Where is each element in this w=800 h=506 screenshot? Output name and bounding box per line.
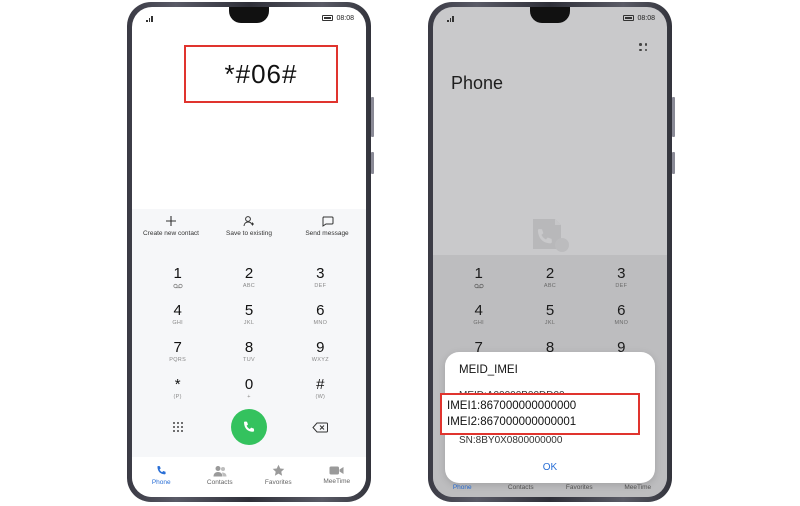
key-6[interactable]: 6 MNO <box>586 302 657 334</box>
dialed-number-display[interactable]: *#06# <box>184 45 338 103</box>
dial-keypad: 1 2ABC 3DEF 4GHI 5JKL 6MNO 7PQRS 8TUV 9W… <box>142 265 356 408</box>
plus-icon <box>166 216 176 226</box>
key-4[interactable]: 4 GHI <box>443 302 514 334</box>
more-options-icon[interactable] <box>639 43 647 51</box>
nav-contacts[interactable]: Contacts <box>495 484 547 491</box>
key-5[interactable]: 5 JKL <box>213 302 284 334</box>
key-2[interactable]: 2 ABC <box>213 265 284 297</box>
voicemail-icon <box>474 283 484 289</box>
message-icon <box>322 216 333 227</box>
signal-icon <box>447 15 454 22</box>
stage: 08:08 *#06# Create new contact Save to e… <box>0 0 800 506</box>
key-9[interactable]: 9WXYZ <box>285 339 356 371</box>
key-5[interactable]: 5 JKL <box>514 302 585 334</box>
key-2[interactable]: 2 ABC <box>514 265 585 297</box>
dialer-bottom-row <box>142 409 356 445</box>
keypad-toggle-icon[interactable] <box>172 422 183 432</box>
dialer-screen: 08:08 *#06# Create new contact Save to e… <box>132 7 366 497</box>
signal-icon <box>146 15 153 22</box>
key-4[interactable]: 4 GHI <box>142 302 213 334</box>
nav-phone[interactable]: Phone <box>436 484 488 491</box>
nav-favorites[interactable]: Favorites <box>553 484 605 491</box>
person-add-icon <box>243 216 254 227</box>
create-new-contact-button[interactable]: Create new contact <box>136 215 206 255</box>
imei-highlight-box: IMEI1:867000000000000 IMEI2:867000000000… <box>440 393 640 435</box>
call-button[interactable] <box>230 409 267 445</box>
status-time: 08:08 <box>336 14 354 22</box>
key-hash[interactable]: # (W) <box>285 376 356 408</box>
page-title: Phone <box>451 73 504 93</box>
imei2-text: IMEI2:867000000000001 <box>447 416 577 428</box>
phone-left: 08:08 *#06# Create new contact Save to e… <box>127 2 374 502</box>
key-1[interactable]: 1 <box>142 265 213 297</box>
empty-call-log-icon <box>533 219 569 252</box>
nav-meetime[interactable]: MeeTime <box>612 484 664 491</box>
status-bar: 08:08 <box>447 13 655 23</box>
phone-icon <box>157 466 166 475</box>
key-8[interactable]: 8TUV <box>213 339 284 371</box>
battery-icon <box>623 15 635 21</box>
key-0[interactable]: 0 + <box>213 376 284 408</box>
imei1-text: IMEI1:867000000000000 <box>447 400 577 412</box>
battery-icon <box>322 15 334 21</box>
dialog-title: MEID_IMEI <box>459 364 518 376</box>
save-to-existing-button[interactable]: Save to existing <box>214 215 284 255</box>
nav-contacts[interactable]: Contacts <box>194 465 246 486</box>
status-bar: 08:08 <box>146 13 354 23</box>
contacts-icon <box>213 465 227 476</box>
phone-handset-icon <box>243 421 255 432</box>
voicemail-icon <box>173 283 183 289</box>
ok-button[interactable]: OK <box>445 462 655 473</box>
video-icon <box>329 466 344 475</box>
nav-phone[interactable]: Phone <box>135 464 187 486</box>
send-message-button[interactable]: Send message <box>292 215 362 255</box>
nav-meetime[interactable]: MeeTime <box>311 465 363 485</box>
key-7[interactable]: 7PQRS <box>142 339 213 371</box>
key-star[interactable]: * (P) <box>142 376 213 408</box>
status-time: 08:08 <box>637 14 655 22</box>
key-3[interactable]: 3 DEF <box>586 265 657 297</box>
nav-favorites[interactable]: Favorites <box>252 464 304 486</box>
key-6[interactable]: 6 MNO <box>285 302 356 334</box>
sn-text: SN:8BY0X0800000000 <box>459 435 563 446</box>
bottom-nav: Phone Contacts Favorites MeeTime <box>132 457 366 497</box>
key-1[interactable]: 1 <box>443 265 514 297</box>
dialer-actions: Create new contact Save to existing Send… <box>132 209 366 255</box>
star-icon <box>272 464 285 476</box>
backspace-icon[interactable] <box>312 422 329 433</box>
key-3[interactable]: 3 DEF <box>285 265 356 297</box>
